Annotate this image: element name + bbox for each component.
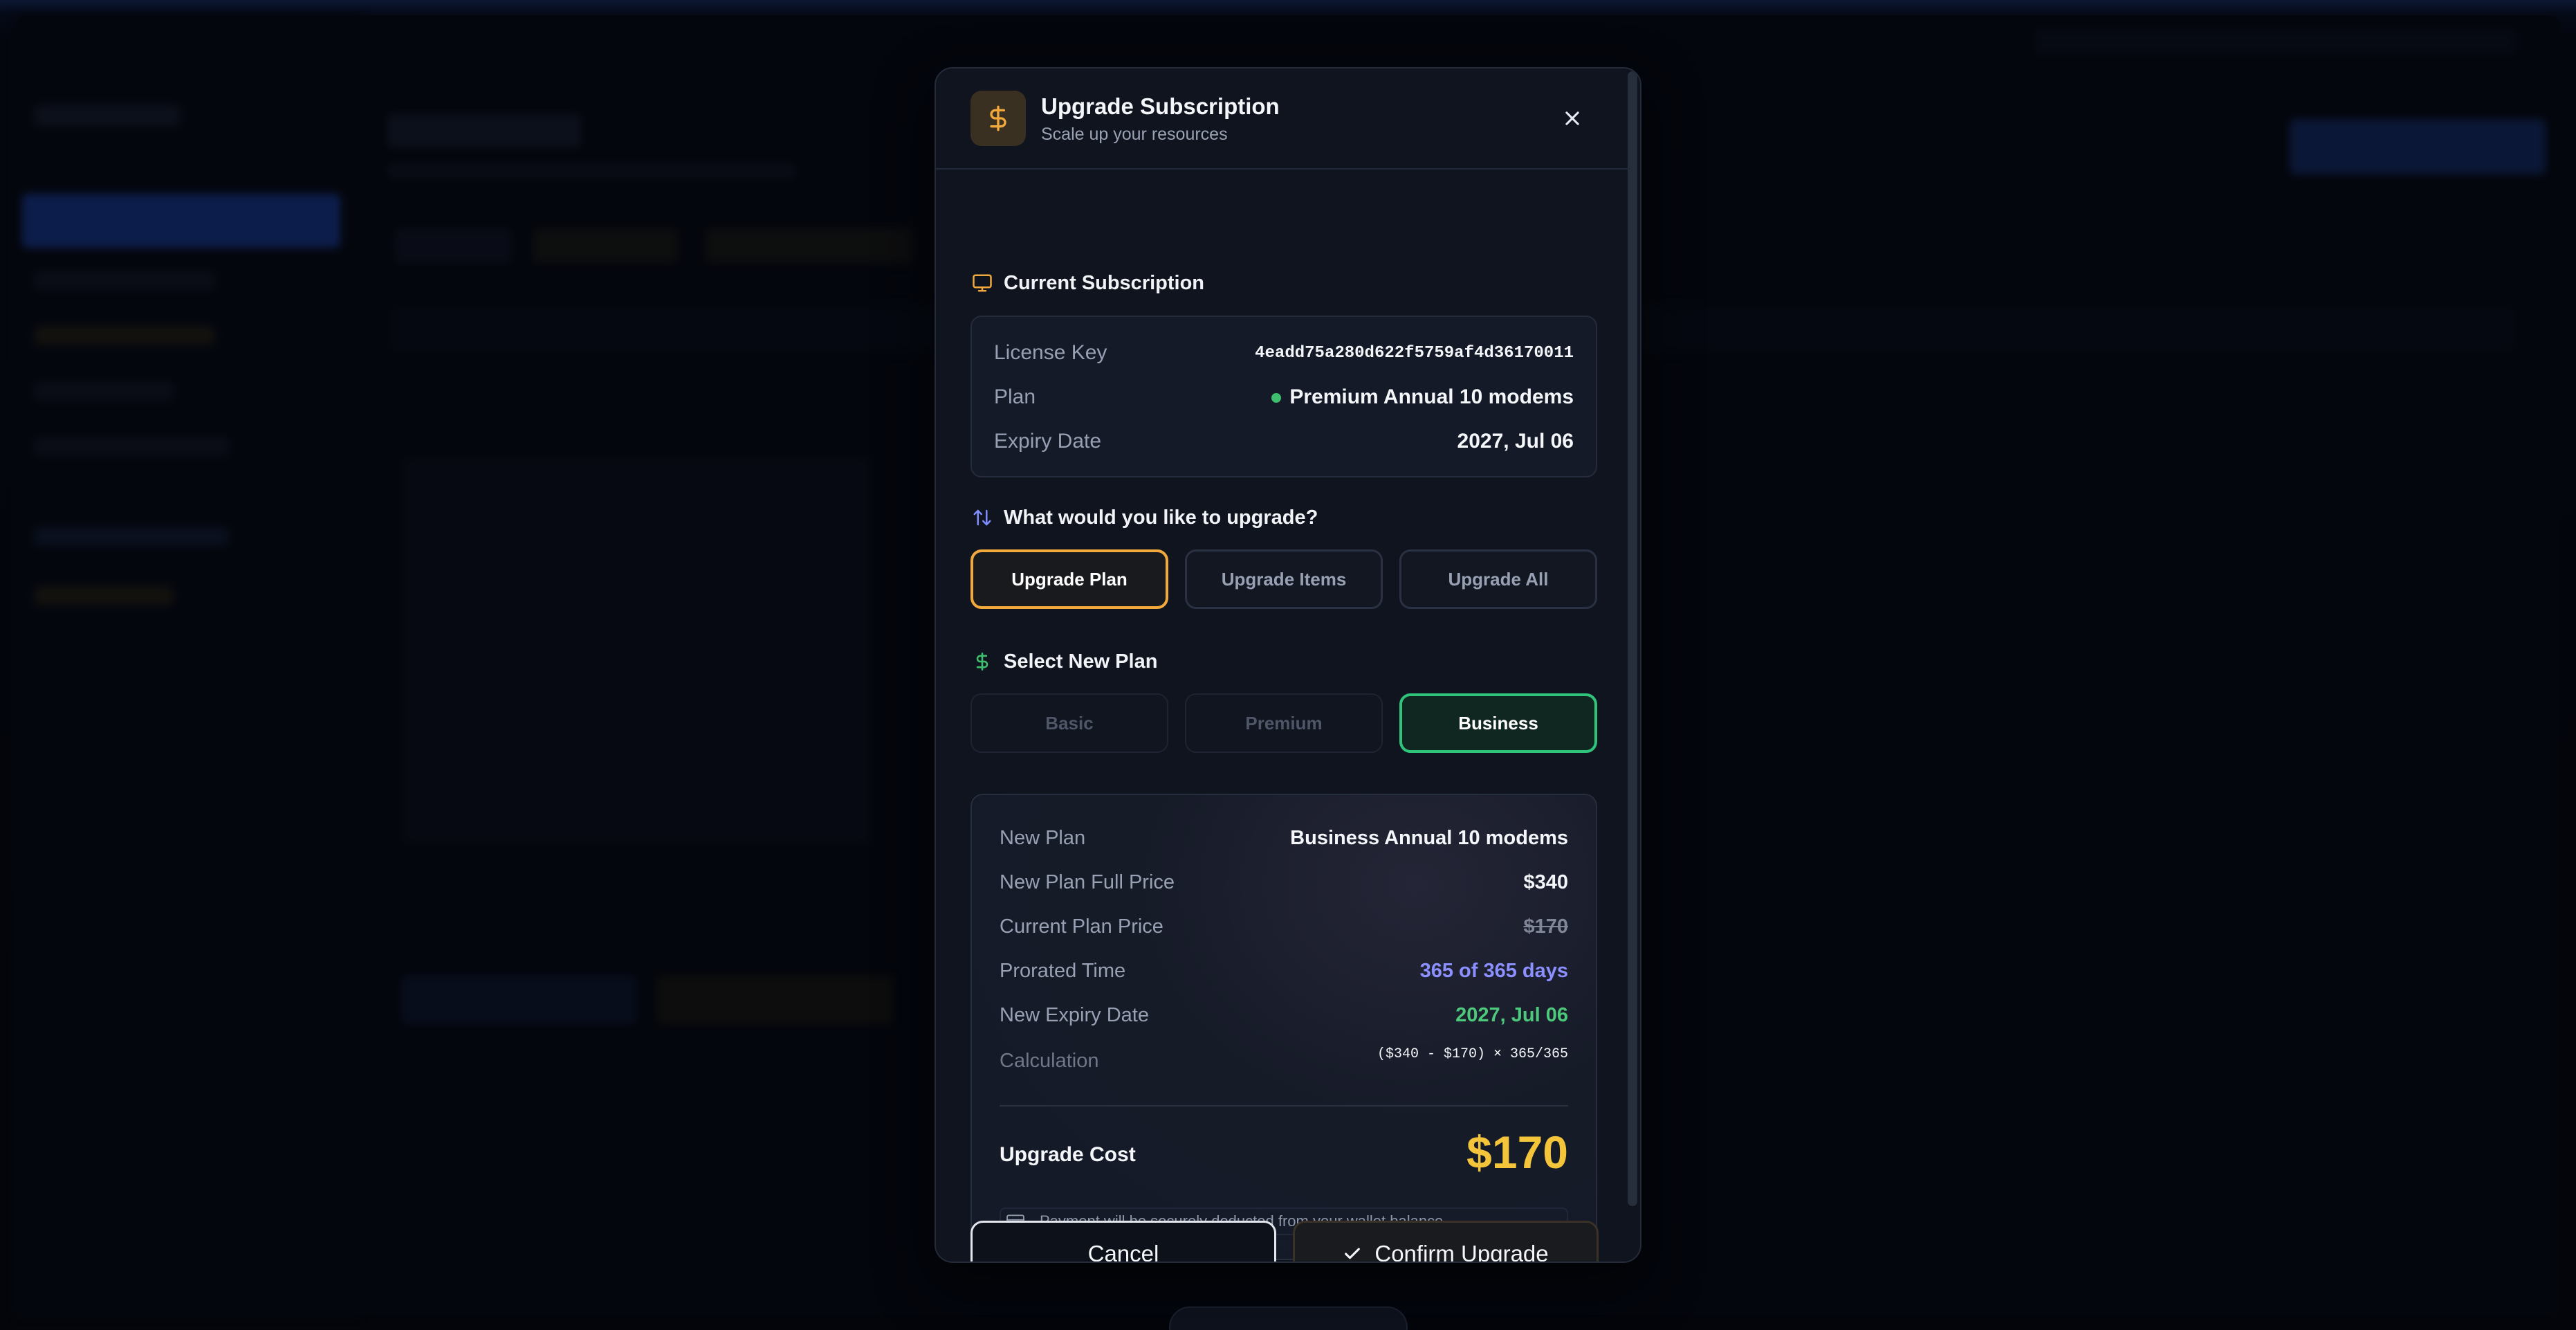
upgrade-all-button[interactable]: Upgrade All (1399, 549, 1597, 609)
full-price-value: $340 (1523, 871, 1568, 893)
new-plan-label: New Plan (1000, 826, 1086, 849)
modal-header: Upgrade Subscription Scale up your resou… (936, 69, 1630, 170)
modal-title: Upgrade Subscription (1041, 93, 1280, 119)
cancel-button[interactable]: Cancel (970, 1221, 1276, 1261)
new-expiry-value: 2027, Jul 06 (1455, 1003, 1568, 1026)
current-subscription-heading: Current Subscription (970, 271, 1204, 295)
background-toolbar (1169, 1306, 1408, 1330)
license-key-value: 4eadd75a280d622f5759af4d36170011 (1255, 343, 1574, 363)
check-icon (1343, 1244, 1362, 1261)
modal-subtitle: Scale up your resources (1041, 125, 1228, 144)
plan-value: Premium Annual 10 modems (1271, 385, 1574, 409)
upgrade-subscription-modal: Upgrade Subscription Scale up your resou… (935, 67, 1641, 1263)
select-new-plan-heading: Select New Plan (970, 650, 1157, 673)
plan-basic-button[interactable]: Basic (970, 693, 1168, 753)
status-dot (1271, 393, 1282, 403)
dollar-icon (970, 650, 994, 673)
license-key-label: License Key (994, 341, 1107, 364)
modal-scrollbar[interactable] (1628, 71, 1637, 1206)
plan-label: Plan (994, 385, 1036, 408)
close-button[interactable] (1557, 103, 1588, 134)
dollar-icon (970, 91, 1026, 146)
new-expiry-label: New Expiry Date (1000, 1003, 1149, 1026)
plan-premium-button[interactable]: Premium (1185, 693, 1383, 753)
expiry-date-value: 2027, Jul 06 (1457, 430, 1574, 453)
confirm-upgrade-button[interactable]: Confirm Upgrade (1293, 1221, 1599, 1261)
upgrade-plan-button[interactable]: Upgrade Plan (970, 549, 1168, 609)
current-price-value: $170 (1523, 915, 1568, 938)
arrows-updown-icon (970, 506, 994, 529)
upgrade-items-button[interactable]: Upgrade Items (1185, 549, 1383, 609)
upgrade-type-heading: What would you like to upgrade? (970, 506, 1318, 529)
monitor-icon (970, 271, 994, 295)
upgrade-cost-label: Upgrade Cost (1000, 1143, 1136, 1166)
new-plan-value: Business Annual 10 modems (1290, 826, 1568, 849)
expiry-date-label: Expiry Date (994, 430, 1102, 453)
plan-business-button[interactable]: Business (1399, 693, 1597, 753)
current-price-label: Current Plan Price (1000, 915, 1163, 938)
calculation-value: ($340 - $170) × 365/365 (1377, 1046, 1568, 1062)
close-icon (1565, 111, 1579, 125)
calculation-label: Calculation (1000, 1049, 1099, 1072)
upgrade-cost-value: $170 (1466, 1127, 1568, 1178)
full-price-label: New Plan Full Price (1000, 871, 1175, 893)
upgrade-summary-card: New Plan Business Annual 10 modems New P… (970, 794, 1597, 1260)
prorated-time-value: 365 of 365 days (1419, 959, 1568, 982)
summary-divider (1000, 1105, 1568, 1106)
prorated-time-label: Prorated Time (1000, 959, 1126, 982)
current-subscription-card: License Key 4eadd75a280d622f5759af4d3617… (970, 316, 1597, 477)
